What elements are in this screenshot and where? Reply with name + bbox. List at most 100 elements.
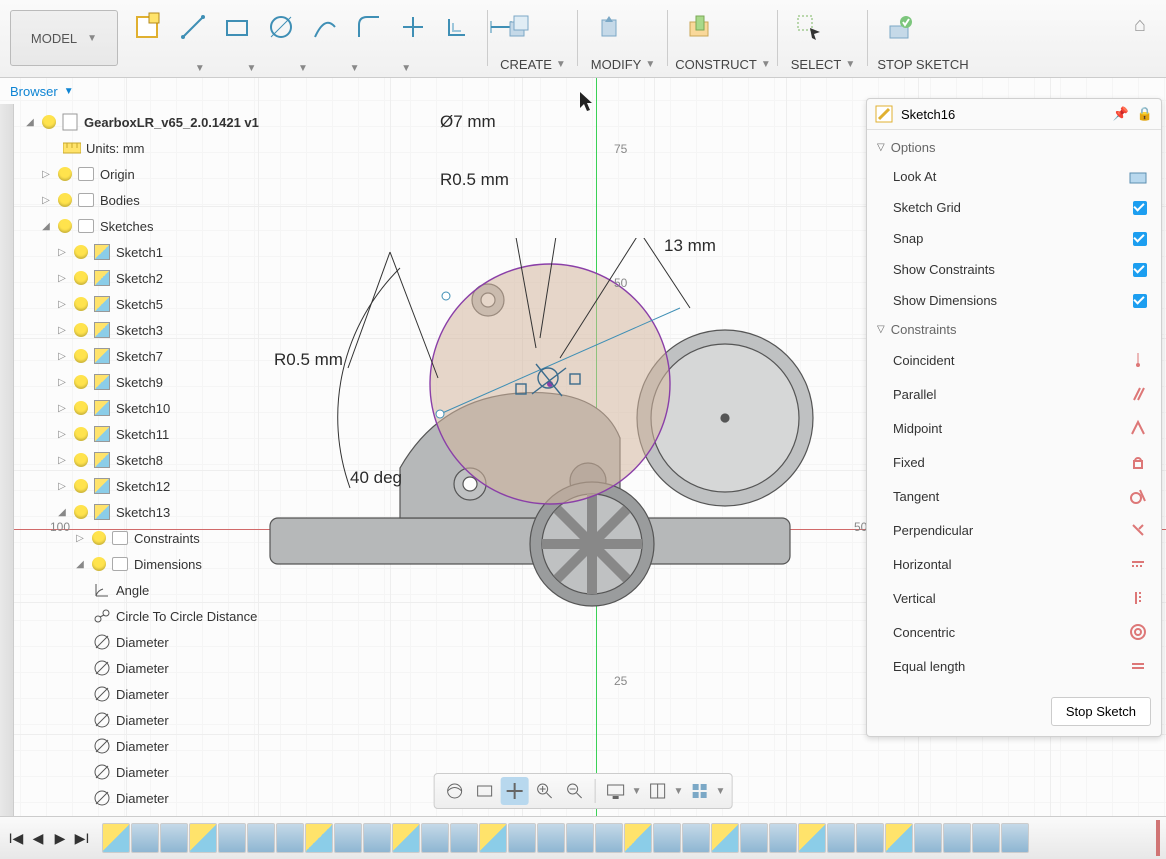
expand-icon[interactable]: ▷ [54, 377, 70, 388]
timeline-op[interactable] [769, 823, 797, 853]
tree-sketch-item[interactable]: ▷Sketch1 [18, 239, 280, 265]
dimension-radius-1[interactable]: R0.5 mm [440, 170, 509, 190]
rectangle-tool-icon[interactable] [216, 6, 258, 48]
stopsketch-label[interactable]: STOP SKETCH [877, 57, 968, 72]
expand-icon[interactable]: ▷ [54, 351, 70, 362]
dimension-diameter[interactable]: Ø7 mm [440, 112, 496, 132]
chevron-down-icon[interactable]: ▼ [298, 63, 308, 74]
lookat-icon[interactable] [1129, 170, 1147, 184]
presspull-icon[interactable] [588, 6, 630, 48]
visibility-icon[interactable] [58, 167, 72, 181]
home-icon[interactable]: ⌂ [1134, 14, 1146, 37]
display-mode-icon[interactable] [602, 777, 630, 805]
tree-dimensions[interactable]: ◢Dimensions [18, 551, 280, 577]
visibility-icon[interactable] [74, 453, 88, 467]
timeline-op[interactable] [363, 823, 391, 853]
timeline-op[interactable] [508, 823, 536, 853]
tree-sketch-item[interactable]: ▷Sketch7 [18, 343, 280, 369]
visibility-icon[interactable] [74, 349, 88, 363]
chevron-down-icon[interactable]: ▼ [674, 786, 684, 797]
palette-constraint-row[interactable]: Tangent [867, 479, 1161, 513]
line-tool-icon[interactable] [172, 6, 214, 48]
timeline-end-icon[interactable]: ▶I [72, 828, 92, 848]
checkbox-icon[interactable] [1133, 294, 1147, 308]
timeline-op[interactable] [595, 823, 623, 853]
timeline-op[interactable] [537, 823, 565, 853]
constraint-icon[interactable] [1129, 487, 1147, 505]
timeline-op[interactable] [885, 823, 913, 853]
timeline-op[interactable] [972, 823, 1000, 853]
constraint-icon[interactable] [1129, 521, 1147, 539]
timeline-op[interactable] [943, 823, 971, 853]
palette-constraint-row[interactable]: Fixed [867, 445, 1161, 479]
tree-dimension-item[interactable]: Diameter [18, 707, 280, 733]
palette-constraint-row[interactable]: Coincident [867, 343, 1161, 377]
palette-constraint-row[interactable]: Equal length [867, 649, 1161, 683]
visibility-icon[interactable] [42, 115, 56, 129]
viewport-icon[interactable] [685, 777, 713, 805]
palette-option-row[interactable]: Show Constraints [867, 254, 1161, 285]
visibility-icon[interactable] [74, 245, 88, 259]
visibility-icon[interactable] [74, 505, 88, 519]
palette-constraint-row[interactable]: Midpoint [867, 411, 1161, 445]
workspace-switcher[interactable]: MODEL ▼ [10, 10, 118, 66]
visibility-icon[interactable] [58, 219, 72, 233]
timeline-op[interactable] [653, 823, 681, 853]
grid-display-icon[interactable] [644, 777, 672, 805]
timeline-op[interactable] [682, 823, 710, 853]
timeline-op[interactable] [566, 823, 594, 853]
constraint-icon[interactable] [1129, 555, 1147, 573]
timeline-op[interactable] [392, 823, 420, 853]
fillet-tool-icon[interactable] [348, 6, 390, 48]
tree-origin[interactable]: ▷Origin [18, 161, 280, 187]
arc-tool-icon[interactable] [304, 6, 346, 48]
palette-option-row[interactable]: Show Dimensions [867, 285, 1161, 316]
expand-icon[interactable]: ▷ [38, 169, 54, 180]
expand-icon[interactable]: ▷ [72, 533, 88, 544]
visibility-icon[interactable] [58, 193, 72, 207]
chevron-down-icon[interactable]: ▼ [632, 786, 642, 797]
tree-dimension-item[interactable]: Angle [18, 577, 280, 603]
visibility-icon[interactable] [92, 557, 106, 571]
tree-constraints[interactable]: ▷Constraints [18, 525, 280, 551]
options-section[interactable]: ▽Options [867, 134, 1161, 161]
visibility-icon[interactable] [74, 297, 88, 311]
pin-icon[interactable]: 📌 [1113, 106, 1129, 122]
circle-tool-icon[interactable] [260, 6, 302, 48]
timeline-op[interactable] [276, 823, 304, 853]
constraint-icon[interactable] [1129, 351, 1147, 369]
visibility-icon[interactable] [74, 427, 88, 441]
timeline-play-icon[interactable]: ▶ [50, 828, 70, 848]
palette-constraint-row[interactable]: Perpendicular [867, 513, 1161, 547]
timeline-op[interactable] [914, 823, 942, 853]
pan-icon[interactable] [501, 777, 529, 805]
tree-dimension-item[interactable]: Circle To Circle Distance [18, 603, 280, 629]
tree-sketch-item[interactable]: ▷Sketch3 [18, 317, 280, 343]
timeline-op[interactable] [247, 823, 275, 853]
select-icon[interactable] [788, 6, 830, 48]
palette-option-row[interactable]: Sketch Grid [867, 192, 1161, 223]
collapse-icon[interactable]: ◢ [22, 117, 38, 128]
visibility-icon[interactable] [92, 531, 106, 545]
collapse-icon[interactable]: ◢ [38, 221, 54, 232]
lookat-icon[interactable] [471, 777, 499, 805]
expand-icon[interactable]: ▷ [38, 195, 54, 206]
timeline-op[interactable] [1001, 823, 1029, 853]
palette-constraint-row[interactable]: Concentric [867, 615, 1161, 649]
checkbox-icon[interactable] [1133, 201, 1147, 215]
stop-sketch-button[interactable]: Stop Sketch [1051, 697, 1151, 726]
offset-tool-icon[interactable] [436, 6, 478, 48]
tree-dimension-item[interactable]: Diameter [18, 681, 280, 707]
constraints-section[interactable]: ▽Constraints [867, 316, 1161, 343]
timeline-op[interactable] [131, 823, 159, 853]
timeline-op[interactable] [160, 823, 188, 853]
tree-dimension-item[interactable]: Diameter [18, 629, 280, 655]
constraint-icon[interactable] [1129, 419, 1147, 437]
palette-option-row[interactable]: Look At [867, 161, 1161, 192]
select-label[interactable]: SELECT [791, 57, 842, 72]
tree-dimension-item[interactable]: Diameter [18, 733, 280, 759]
visibility-icon[interactable] [74, 479, 88, 493]
plane-icon[interactable] [678, 6, 720, 48]
sketch-create-icon[interactable] [128, 6, 170, 48]
checkbox-icon[interactable] [1133, 232, 1147, 246]
